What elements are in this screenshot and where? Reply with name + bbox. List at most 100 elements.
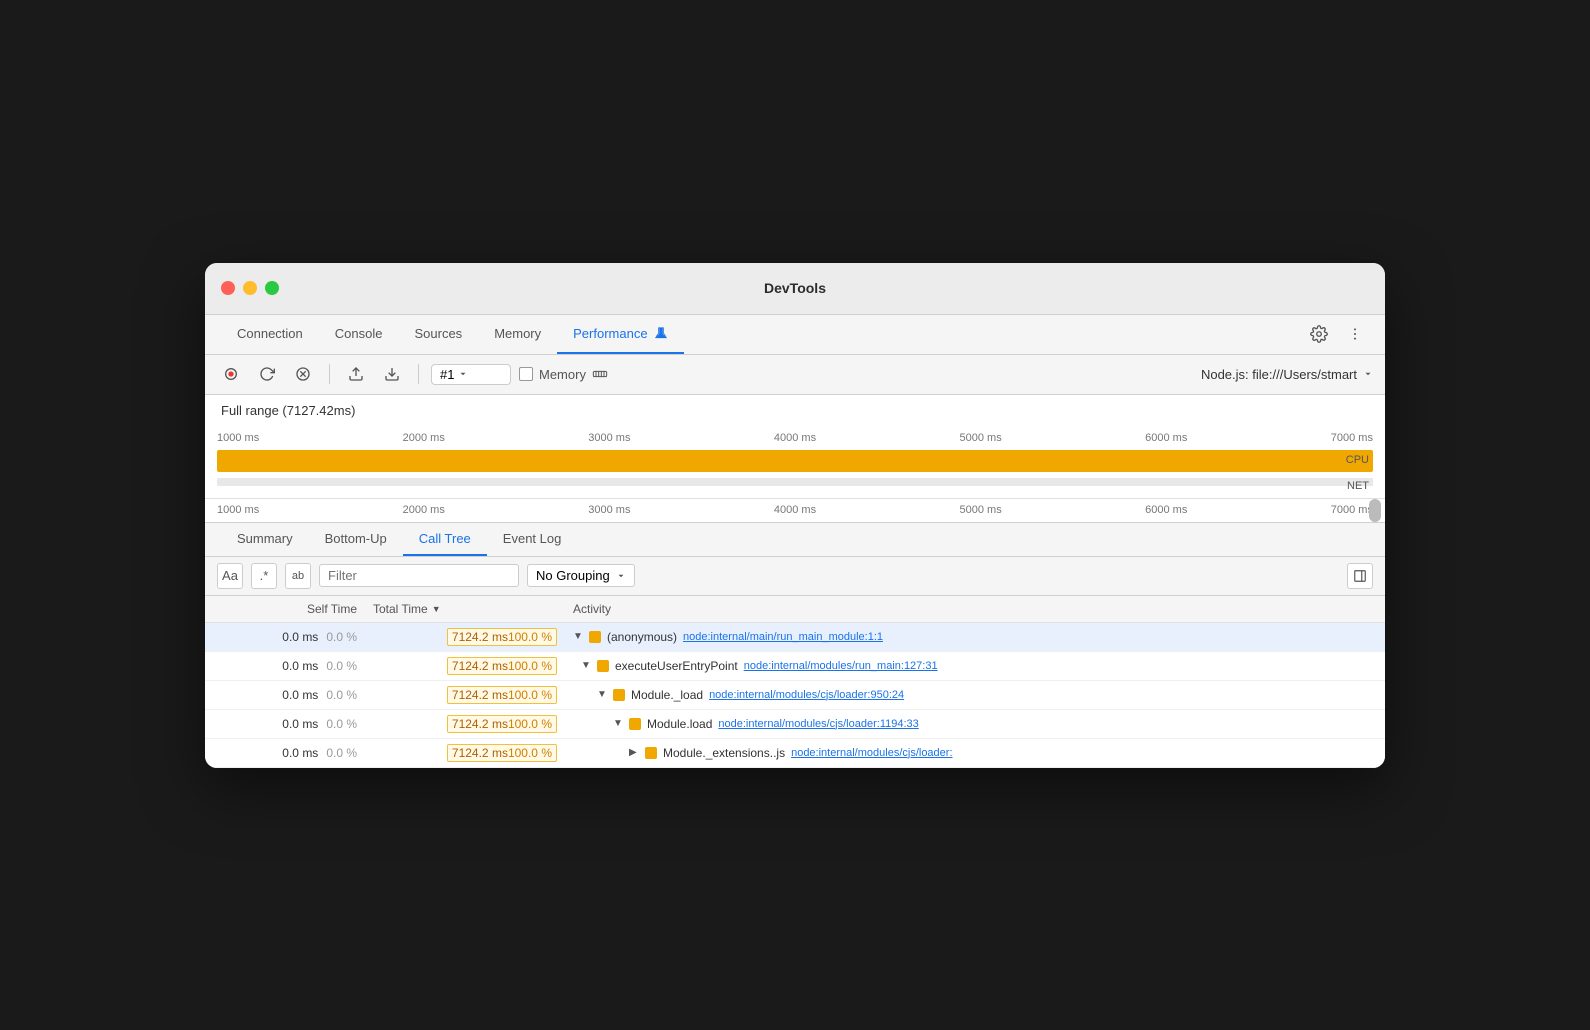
- maximize-button[interactable]: [265, 281, 279, 295]
- tick2-5000: 5000 ms: [960, 504, 1002, 516]
- col-header-activity: Activity: [565, 596, 1385, 622]
- timeline-ruler-top: 1000 ms 2000 ms 3000 ms 4000 ms 5000 ms …: [205, 426, 1385, 450]
- net-label: NET: [1347, 480, 1369, 492]
- panel-toggle-button[interactable]: [1347, 563, 1373, 589]
- cell-total-time-3: 7124.2 ms 100.0 %: [365, 710, 565, 738]
- cpu-label: CPU: [1346, 454, 1369, 466]
- self-ms-1: 0.0 ms: [282, 659, 318, 673]
- memory-checkbox[interactable]: Memory: [519, 366, 608, 382]
- tick2-6000: 6000 ms: [1145, 504, 1187, 516]
- self-pct-2: 0.0 %: [326, 688, 357, 702]
- cell-activity-0: ▼ (anonymous) node:internal/main/run_mai…: [565, 625, 1385, 649]
- record-button[interactable]: [217, 360, 245, 388]
- clear-button[interactable]: [289, 360, 317, 388]
- total-pct-2: 100.0 %: [508, 688, 552, 702]
- cell-self-time-1: 0.0 ms 0.0 %: [205, 654, 365, 678]
- tick2-2000: 2000 ms: [403, 504, 445, 516]
- total-bar-1: 7124.2 ms 100.0 %: [447, 657, 557, 675]
- timeline-scrollbar[interactable]: [1369, 499, 1381, 522]
- tick-4000: 4000 ms: [774, 432, 816, 444]
- tab-sources[interactable]: Sources: [398, 314, 478, 354]
- activity-link-4[interactable]: node:internal/modules/cjs/loader:: [791, 747, 952, 759]
- total-pct-3: 100.0 %: [508, 717, 552, 731]
- self-ms-4: 0.0 ms: [282, 746, 318, 760]
- filter-bar: Aa .* ab No Grouping: [205, 557, 1385, 596]
- match-case-button[interactable]: ab: [285, 563, 311, 589]
- divider-1: [329, 364, 330, 384]
- tab-call-tree[interactable]: Call Tree: [403, 523, 487, 556]
- minimize-button[interactable]: [243, 281, 257, 295]
- table-row[interactable]: 0.0 ms 0.0 % 7124.2 ms 100.0 % ▶ Module.…: [205, 739, 1385, 768]
- expand-arrow-1[interactable]: ▼: [581, 660, 591, 671]
- expand-arrow-0[interactable]: ▼: [573, 631, 583, 642]
- upload-button[interactable]: [342, 360, 370, 388]
- tab-bottom-up[interactable]: Bottom-Up: [309, 523, 403, 556]
- tab-connection[interactable]: Connection: [221, 314, 319, 354]
- activity-link-0[interactable]: node:internal/main/run_main_module:1:1: [683, 631, 883, 643]
- cell-self-time-3: 0.0 ms 0.0 %: [205, 712, 365, 736]
- grouping-select[interactable]: No Grouping: [527, 564, 635, 587]
- nav-bar: Connection Console Sources Memory Perfor…: [205, 315, 1385, 355]
- self-ms-3: 0.0 ms: [282, 717, 318, 731]
- total-bar-4: 7124.2 ms 100.0 %: [447, 744, 557, 762]
- self-ms-2: 0.0 ms: [282, 688, 318, 702]
- total-bar-0: 7124.2 ms 100.0 %: [447, 628, 557, 646]
- activity-link-2[interactable]: node:internal/modules/cjs/loader:950:24: [709, 689, 904, 701]
- tick2-1000: 1000 ms: [217, 504, 259, 516]
- expand-arrow-3[interactable]: ▼: [613, 718, 623, 729]
- nav-actions: [1305, 320, 1369, 348]
- tab-summary[interactable]: Summary: [221, 523, 309, 556]
- session-selector[interactable]: #1: [431, 364, 511, 385]
- tab-memory[interactable]: Memory: [478, 314, 557, 354]
- activity-icon-1: [597, 660, 609, 672]
- cell-self-time-0: 0.0 ms 0.0 %: [205, 625, 365, 649]
- node-selector[interactable]: Node.js: file:///Users/stmart: [1201, 367, 1373, 382]
- total-ms-3: 7124.2 ms: [452, 717, 508, 731]
- activity-icon-4: [645, 747, 657, 759]
- ruler-ticks-bottom: 1000 ms 2000 ms 3000 ms 4000 ms 5000 ms …: [217, 504, 1373, 516]
- bottom-tabs: Summary Bottom-Up Call Tree Event Log: [205, 523, 1385, 557]
- timeline-section: Full range (7127.42ms) 1000 ms 2000 ms 3…: [205, 395, 1385, 523]
- cell-self-time-4: 0.0 ms 0.0 %: [205, 741, 365, 765]
- memory-checkbox-box[interactable]: [519, 367, 533, 381]
- tick-6000: 6000 ms: [1145, 432, 1187, 444]
- self-pct-3: 0.0 %: [326, 717, 357, 731]
- tab-event-log[interactable]: Event Log: [487, 523, 578, 556]
- settings-button[interactable]: [1305, 320, 1333, 348]
- cell-total-time-2: 7124.2 ms 100.0 %: [365, 681, 565, 709]
- regex-button[interactable]: .*: [251, 563, 277, 589]
- cell-total-time-1: 7124.2 ms 100.0 %: [365, 652, 565, 680]
- filter-input[interactable]: [319, 564, 519, 587]
- col-header-self-time: Self Time: [205, 596, 365, 622]
- activity-link-1[interactable]: node:internal/modules/run_main:127:31: [744, 660, 938, 672]
- total-pct-0: 100.0 %: [508, 630, 552, 644]
- download-button[interactable]: [378, 360, 406, 388]
- cpu-bar: [217, 450, 1373, 472]
- total-pct-1: 100.0 %: [508, 659, 552, 673]
- tab-performance[interactable]: Performance: [557, 314, 683, 354]
- table-row[interactable]: 0.0 ms 0.0 % 7124.2 ms 100.0 % ▼ Module.…: [205, 710, 1385, 739]
- expand-arrow-2[interactable]: ▼: [597, 689, 607, 700]
- aa-button[interactable]: Aa: [217, 563, 243, 589]
- tab-console[interactable]: Console: [319, 314, 399, 354]
- table-row[interactable]: 0.0 ms 0.0 % 7124.2 ms 100.0 % ▼ Module.…: [205, 681, 1385, 710]
- close-button[interactable]: [221, 281, 235, 295]
- tick2-3000: 3000 ms: [588, 504, 630, 516]
- table-row[interactable]: 0.0 ms 0.0 % 7124.2 ms 100.0 % ▼ (anonym…: [205, 623, 1385, 652]
- refresh-button[interactable]: [253, 360, 281, 388]
- expand-arrow-4[interactable]: ▶: [629, 747, 639, 758]
- tick2-4000: 4000 ms: [774, 504, 816, 516]
- col-header-total-time[interactable]: Total Time ▼: [365, 596, 565, 622]
- timeline-ruler-bottom: 1000 ms 2000 ms 3000 ms 4000 ms 5000 ms …: [205, 498, 1385, 522]
- window-title: DevTools: [764, 280, 826, 296]
- activity-name-1: executeUserEntryPoint: [615, 659, 738, 673]
- total-ms-4: 7124.2 ms: [452, 746, 508, 760]
- cell-activity-1: ▼ executeUserEntryPoint node:internal/mo…: [565, 654, 1385, 678]
- title-bar: DevTools: [205, 263, 1385, 315]
- table-row[interactable]: 0.0 ms 0.0 % 7124.2 ms 100.0 % ▼ execute…: [205, 652, 1385, 681]
- activity-name-3: Module.load: [647, 717, 712, 731]
- more-menu-button[interactable]: [1341, 320, 1369, 348]
- tick-3000: 3000 ms: [588, 432, 630, 444]
- total-bar-2: 7124.2 ms 100.0 %: [447, 686, 557, 704]
- activity-link-3[interactable]: node:internal/modules/cjs/loader:1194:33: [718, 718, 918, 730]
